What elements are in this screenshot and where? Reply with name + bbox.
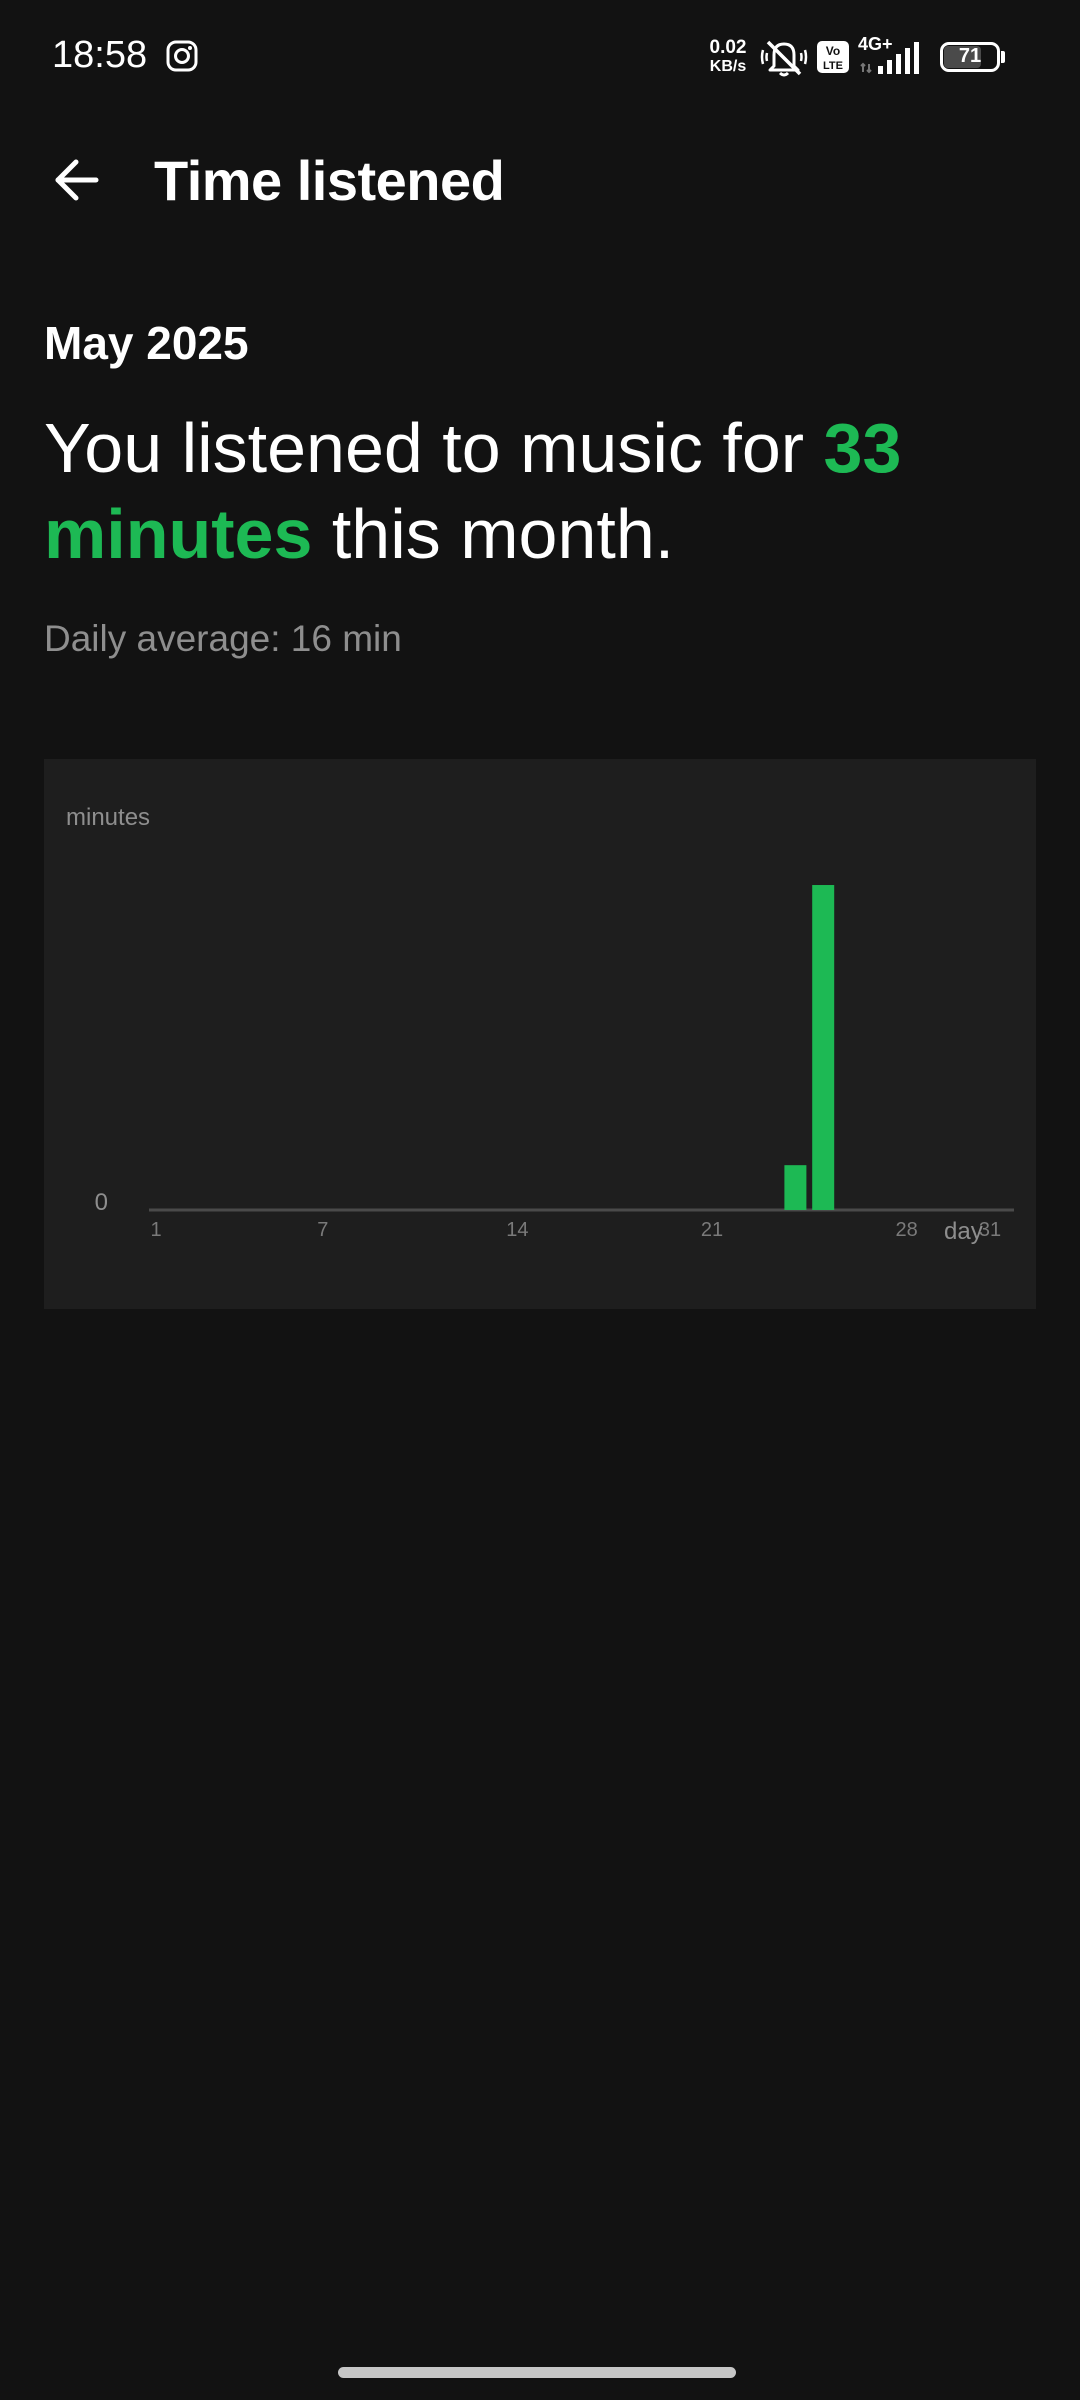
arrow-left-icon — [55, 159, 99, 201]
bar-day-24 — [784, 1165, 807, 1210]
x-tick-label: 21 — [701, 1219, 723, 1241]
listening-summary: You listened to music for 33 minutes thi… — [44, 405, 1044, 577]
x-axis-label: day — [944, 1218, 983, 1245]
bar-chart: minutes 0 1 7 14 21 28 31 day — [66, 804, 1014, 1245]
volte-icon: Vo LTE — [817, 41, 849, 73]
network-speed-value: 0.02 — [709, 37, 747, 58]
listening-chart: minutes 0 1 7 14 21 28 31 day — [44, 759, 1036, 1309]
instagram-icon — [166, 40, 198, 72]
bars-group — [784, 885, 835, 1210]
headline-prefix: You listened to music for — [44, 409, 824, 487]
x-tick-label: 7 — [317, 1219, 328, 1241]
bar-day-25 — [812, 885, 835, 1210]
signal-icon — [860, 42, 919, 74]
battery-icon: 71 — [940, 42, 1005, 72]
x-ticks-group: 1 7 14 21 28 31 — [150, 1219, 1001, 1241]
network-speed: 0.02 KB/s — [704, 38, 752, 76]
y-axis-label: minutes — [66, 804, 150, 831]
svg-text:Vo: Vo — [826, 44, 840, 58]
back-button[interactable] — [36, 146, 116, 214]
daily-average: Daily average: 16 min — [44, 618, 402, 659]
month-label: May 2025 — [44, 317, 249, 369]
y-tick-label: 0 — [95, 1189, 108, 1216]
status-time: 18:58 — [52, 34, 148, 76]
x-tick-label: 1 — [150, 1219, 161, 1241]
battery-percent: 71 — [958, 45, 982, 67]
mute-icon — [760, 40, 808, 77]
page-title: Time listened — [154, 149, 505, 212]
home-indicator[interactable] — [338, 2367, 736, 2378]
svg-text:LTE: LTE — [823, 60, 843, 72]
headline-suffix: this month. — [312, 495, 675, 573]
x-tick-label: 28 — [895, 1219, 917, 1241]
status-bar: 18:58 0.02 KB/s Vo LTE 4G+ 71 — [0, 0, 1080, 118]
app-bar: Time listened — [0, 128, 1080, 232]
battery-cap — [1001, 51, 1005, 63]
x-tick-label: 14 — [506, 1219, 528, 1241]
network-speed-unit: KB/s — [709, 58, 747, 75]
